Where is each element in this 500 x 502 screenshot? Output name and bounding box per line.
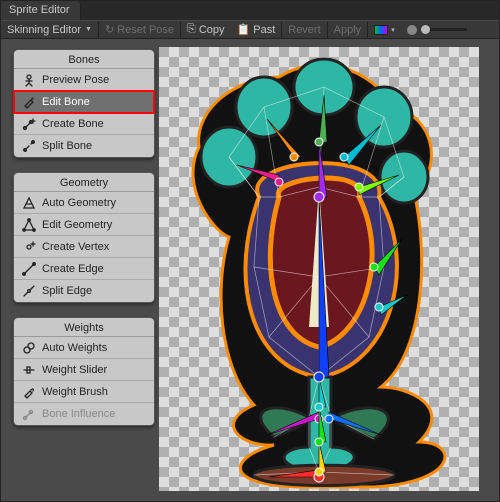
copy-button[interactable]: ⎘ Copy [181, 21, 231, 38]
reset-pose-button[interactable]: ↻ Reset Pose [99, 21, 180, 38]
tab-row: Sprite Editor [1, 1, 499, 20]
revert-button[interactable]: Revert [282, 22, 326, 38]
tool-label: Auto Weights [42, 342, 107, 354]
dot-icon [407, 25, 417, 35]
tool-weight-brush[interactable]: Weight Brush [14, 381, 154, 403]
tool-create-bone[interactable]: Create Bone [14, 113, 154, 135]
tool-auto-weights[interactable]: Auto Weights [14, 337, 154, 359]
create-edge-icon [22, 262, 36, 276]
reload-icon: ↻ [105, 23, 114, 36]
tool-create-vertex[interactable]: Create Vertex [14, 236, 154, 258]
reset-pose-label: Reset Pose [117, 24, 174, 36]
toolbar: Skinning Editor ▼ ↻ Reset Pose ⎘ Copy 📋 … [1, 20, 499, 39]
weight-slider-icon [22, 363, 36, 377]
panel-title-weights: Weights [14, 318, 154, 337]
slider-handle[interactable] [421, 25, 430, 34]
paste-icon: 📋 [237, 23, 251, 36]
tool-panels: Bones Preview Pose Edit Bone Create Bone Sp… [13, 49, 155, 440]
chevron-down-icon: ▾ [391, 26, 395, 34]
tool-split-edge[interactable]: Split Edge [14, 280, 154, 302]
tool-preview-pose[interactable]: Preview Pose [14, 69, 154, 91]
tool-label: Weight Brush [42, 386, 108, 398]
paste-button[interactable]: 📋 Past [231, 21, 282, 38]
tool-label: Split Bone [42, 140, 92, 152]
preview-pose-icon [22, 73, 36, 87]
edit-geometry-icon [22, 218, 36, 232]
tool-edit-geometry[interactable]: Edit Geometry [14, 214, 154, 236]
tool-label: Edit Bone [42, 96, 90, 108]
apply-button[interactable]: Apply [328, 22, 368, 38]
split-bone-icon [22, 139, 36, 153]
split-edge-icon [22, 284, 36, 298]
tool-edit-bone[interactable]: Edit Bone [14, 91, 154, 113]
tool-label: Edit Geometry [42, 219, 112, 231]
weight-brush-icon [22, 385, 36, 399]
editor-window: Sprite Editor Skinning Editor ▼ ↻ Reset … [0, 0, 500, 502]
tool-label: Create Bone [42, 118, 104, 130]
edit-bone-icon [22, 95, 36, 109]
auto-geometry-icon [22, 196, 36, 210]
mode-label: Skinning Editor [7, 24, 81, 36]
copy-icon: ⎘ [187, 23, 196, 36]
tool-auto-geometry[interactable]: Auto Geometry [14, 192, 154, 214]
sprite-canvas[interactable] [159, 47, 479, 491]
panel-title-bones: Bones [14, 50, 154, 69]
color-swatch-icon [374, 25, 388, 35]
tool-label: Bone Influence [42, 408, 115, 420]
auto-weights-icon [22, 341, 36, 355]
tool-label: Auto Geometry [42, 197, 116, 209]
tool-weight-slider[interactable]: Weight Slider [14, 359, 154, 381]
tool-bone-influence[interactable]: Bone Influence [14, 403, 154, 425]
slider-track [421, 28, 467, 31]
paste-label: Past [253, 24, 275, 36]
tool-label: Preview Pose [42, 74, 109, 86]
tool-split-bone[interactable]: Split Bone [14, 135, 154, 157]
panel-weights: Weights Auto Weights Weight Slider Weight … [13, 317, 155, 426]
tool-create-edge[interactable]: Create Edge [14, 258, 154, 280]
chevron-down-icon: ▼ [85, 26, 92, 33]
color-mode-button[interactable]: ▾ [368, 23, 401, 37]
mode-dropdown[interactable]: Skinning Editor ▼ [3, 22, 98, 38]
create-bone-icon [22, 117, 36, 131]
panel-geometry: Geometry Auto Geometry Edit Geometry Creat… [13, 172, 155, 303]
opacity-slider[interactable] [401, 25, 473, 35]
bone-influence-icon [22, 407, 36, 421]
panel-title-geometry: Geometry [14, 173, 154, 192]
tab-sprite-editor[interactable]: Sprite Editor [1, 1, 81, 20]
workspace[interactable]: Bones Preview Pose Edit Bone Create Bone Sp… [1, 39, 499, 501]
create-vertex-icon [22, 240, 36, 254]
copy-label: Copy [199, 24, 225, 36]
tool-label: Create Vertex [42, 241, 109, 253]
tool-label: Weight Slider [42, 364, 107, 376]
panel-bones: Bones Preview Pose Edit Bone Create Bone Sp… [13, 49, 155, 158]
sprite-view-svg [159, 47, 479, 491]
tool-label: Split Edge [42, 285, 92, 297]
tool-label: Create Edge [42, 263, 104, 275]
